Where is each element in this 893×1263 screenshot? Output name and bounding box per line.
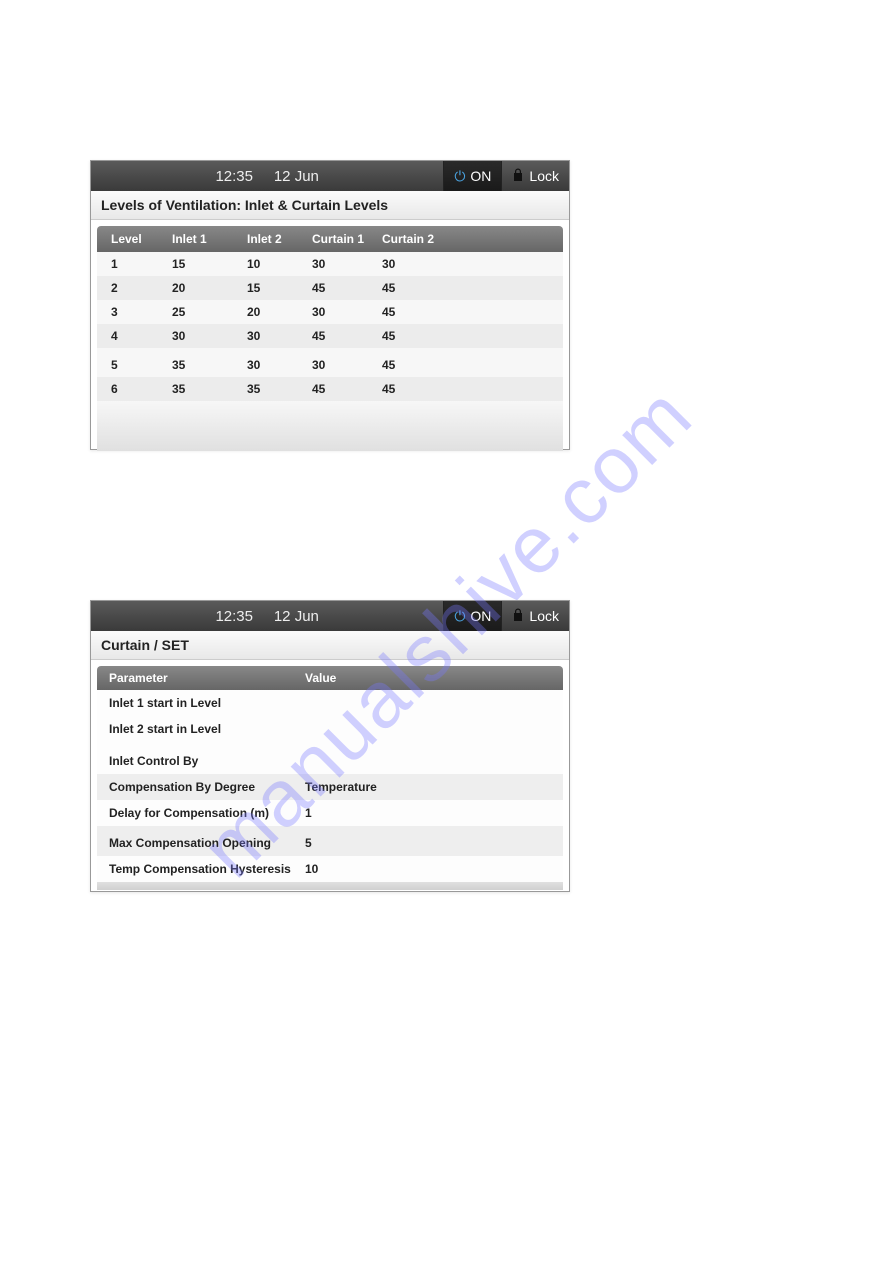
lock-icon <box>512 168 524 184</box>
cell-inlet2: 15 <box>247 281 312 295</box>
cell-curtain2: 30 <box>382 257 452 271</box>
param-value <box>297 754 563 768</box>
cell-curtain1: 45 <box>312 281 382 295</box>
time-date: 12:35 12 Jun <box>91 168 443 185</box>
lock-label: Lock <box>529 608 559 624</box>
table-row[interactable]: 6 35 35 45 45 <box>97 377 563 401</box>
cell-inlet1: 15 <box>172 257 247 271</box>
cell-curtain1: 45 <box>312 329 382 343</box>
bottom-fade <box>97 882 563 890</box>
top-bar: 12:35 12 Jun ⏻ ON Lock <box>91 161 569 191</box>
cell-curtain2: 45 <box>382 382 452 396</box>
param-label: Delay for Compensation (m) <box>97 806 297 820</box>
cell-inlet1: 35 <box>172 358 247 372</box>
lock-button[interactable]: Lock <box>501 601 569 631</box>
cell-inlet2: 35 <box>247 382 312 396</box>
on-button[interactable]: ⏻ ON <box>443 161 501 191</box>
col-header-inlet2: Inlet 2 <box>247 232 312 246</box>
col-header-curtain1: Curtain 1 <box>312 232 382 246</box>
lock-icon <box>512 608 524 624</box>
lock-label: Lock <box>529 168 559 184</box>
param-row[interactable]: Compensation By Degree Temperature <box>97 774 563 800</box>
cell-inlet1: 35 <box>172 382 247 396</box>
cell-inlet2: 30 <box>247 358 312 372</box>
param-value: 1 <box>297 806 563 820</box>
ventilation-levels-panel: 12:35 12 Jun ⏻ ON Lock Levels of Ventila… <box>90 160 570 450</box>
panel-title: Levels of Ventilation: Inlet & Curtain L… <box>91 191 569 220</box>
power-icon: ⏻ <box>454 168 465 185</box>
table-body: 1 15 10 30 30 2 20 15 45 45 3 25 20 30 4… <box>97 252 563 401</box>
on-label: ON <box>470 168 491 184</box>
cell-curtain1: 45 <box>312 382 382 396</box>
col-header-inlet1: Inlet 1 <box>172 232 247 246</box>
cell-curtain1: 30 <box>312 305 382 319</box>
cell-inlet2: 20 <box>247 305 312 319</box>
empty-area <box>97 401 563 451</box>
table-header: Level Inlet 1 Inlet 2 Curtain 1 Curtain … <box>97 226 563 252</box>
table-row[interactable]: 1 15 10 30 30 <box>97 252 563 276</box>
cell-level: 4 <box>97 329 172 343</box>
param-row[interactable]: Inlet Control By <box>97 742 563 774</box>
param-value: Temperature <box>297 780 563 794</box>
param-label: Max Compensation Opening <box>97 836 297 850</box>
time-date: 12:35 12 Jun <box>91 608 443 625</box>
param-body: Inlet 1 start in Level Inlet 2 start in … <box>97 690 563 882</box>
col-header-parameter: Parameter <box>97 671 297 685</box>
param-value: 5 <box>297 836 563 850</box>
date-label: 12 Jun <box>274 608 319 625</box>
param-value <box>297 696 563 710</box>
cell-curtain2: 45 <box>382 305 452 319</box>
cell-inlet1: 30 <box>172 329 247 343</box>
param-row[interactable]: Temp Compensation Hysteresis 10 <box>97 856 563 882</box>
table-row[interactable]: 2 20 15 45 45 <box>97 276 563 300</box>
table-row[interactable]: 4 30 30 45 45 <box>97 324 563 348</box>
cell-inlet2: 10 <box>247 257 312 271</box>
param-row[interactable]: Inlet 1 start in Level <box>97 690 563 716</box>
col-header-level: Level <box>97 232 172 246</box>
cell-curtain2: 45 <box>382 281 452 295</box>
cell-inlet1: 20 <box>172 281 247 295</box>
top-bar: 12:35 12 Jun ⏻ ON Lock <box>91 601 569 631</box>
col-header-value: Value <box>297 671 563 685</box>
lock-button[interactable]: Lock <box>501 161 569 191</box>
cell-curtain2: 45 <box>382 329 452 343</box>
param-label: Compensation By Degree <box>97 780 297 794</box>
cell-level: 5 <box>97 358 172 372</box>
cell-level: 3 <box>97 305 172 319</box>
power-icon: ⏻ <box>454 608 465 625</box>
cell-curtain2: 45 <box>382 358 452 372</box>
param-label: Temp Compensation Hysteresis <box>97 862 297 876</box>
param-label: Inlet Control By <box>97 754 297 768</box>
cell-curtain1: 30 <box>312 358 382 372</box>
curtain-set-panel: 12:35 12 Jun ⏻ ON Lock Curtain / SET Par… <box>90 600 570 892</box>
param-label: Inlet 2 start in Level <box>97 722 297 736</box>
date-label: 12 Jun <box>274 168 319 185</box>
param-value: 10 <box>297 862 563 876</box>
panel-title: Curtain / SET <box>91 631 569 660</box>
cell-inlet2: 30 <box>247 329 312 343</box>
param-value <box>297 722 563 736</box>
time-label: 12:35 <box>215 608 253 625</box>
cell-inlet1: 25 <box>172 305 247 319</box>
table-row[interactable]: 3 25 20 30 45 <box>97 300 563 324</box>
param-row[interactable]: Max Compensation Opening 5 <box>97 826 563 856</box>
time-label: 12:35 <box>215 168 253 185</box>
cell-curtain1: 30 <box>312 257 382 271</box>
table-row[interactable]: 5 35 30 30 45 <box>97 348 563 377</box>
cell-level: 6 <box>97 382 172 396</box>
on-button[interactable]: ⏻ ON <box>443 601 501 631</box>
param-row[interactable]: Delay for Compensation (m) 1 <box>97 800 563 826</box>
param-label: Inlet 1 start in Level <box>97 696 297 710</box>
param-row[interactable]: Inlet 2 start in Level <box>97 716 563 742</box>
col-header-curtain2: Curtain 2 <box>382 232 452 246</box>
cell-level: 2 <box>97 281 172 295</box>
param-header: Parameter Value <box>97 666 563 690</box>
cell-level: 1 <box>97 257 172 271</box>
on-label: ON <box>470 608 491 624</box>
